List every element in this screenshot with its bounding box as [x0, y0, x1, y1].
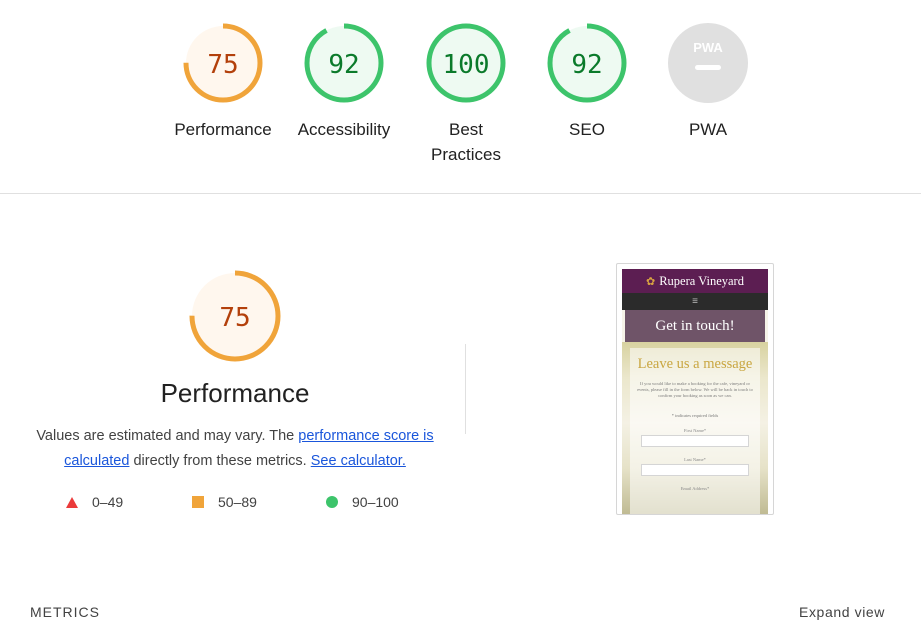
legend-pass-range: 90–100	[352, 494, 399, 510]
desc-text-1: Values are estimated and may vary. The	[36, 428, 299, 444]
gauge-accessibility-ring: 92	[304, 23, 384, 103]
screenshot-page: ✿ Rupera Vineyard ≡ Get in touch! Leave …	[622, 269, 768, 514]
field-last-name	[641, 464, 749, 476]
field-first-name	[641, 435, 749, 447]
field-label-email: Email Address*	[680, 486, 710, 491]
performance-title: Performance	[160, 378, 310, 408]
site-heading: Leave us a message	[637, 356, 753, 372]
gauge-pwa[interactable]: PWA PWA	[648, 22, 768, 142]
gauge-performance-label: Performance	[174, 120, 272, 139]
metrics-heading: METRICS	[30, 604, 100, 620]
legend-average: 50–89	[192, 494, 257, 510]
performance-section: 75 Performance Values are estimated and …	[0, 194, 921, 639]
final-screenshot-thumbnail[interactable]: ✿ Rupera Vineyard ≡ Get in touch! Leave …	[616, 263, 774, 515]
gauge-performance-ring: 75	[183, 23, 263, 103]
gauge-seo[interactable]: 92 SEO	[527, 22, 647, 142]
site-header: ✿ Rupera Vineyard	[622, 269, 768, 293]
gauge-accessibility[interactable]: 92 Accessibility	[284, 22, 404, 142]
gauge-best-practices-score: 100	[443, 50, 490, 80]
gauge-seo-score: 92	[571, 50, 602, 80]
vertical-divider	[465, 344, 466, 434]
gauge-best-practices-label: Best Practices	[431, 120, 501, 164]
gauge-seo-label: SEO	[569, 120, 605, 139]
pwa-dash-icon	[695, 65, 721, 70]
gauge-pwa-label: PWA	[688, 120, 728, 139]
grape-logo-icon: ✿	[646, 275, 656, 288]
red-triangle-icon	[66, 496, 78, 508]
performance-main-score: 75	[219, 303, 250, 333]
field-label-first: First Name*	[683, 428, 707, 433]
category-scores-header: 75 Performance 92 Accessibility 100 Best…	[0, 0, 921, 194]
site-body-text: If you would like to make a booking for …	[637, 381, 753, 398]
site-required-note: * indicates required fields	[671, 413, 719, 418]
gauge-pwa-badge: PWA	[668, 23, 748, 103]
performance-main-ring: 75	[189, 270, 281, 362]
field-label-last: Last Name*	[684, 457, 706, 462]
orange-square-icon	[192, 496, 204, 508]
legend-average-range: 50–89	[218, 494, 257, 510]
pwa-badge-text: PWA	[693, 40, 723, 55]
performance-description: Values are estimated and may vary. The p…	[20, 424, 450, 474]
legend-pass: 90–100	[326, 494, 399, 510]
gauge-accessibility-label: Accessibility	[297, 120, 391, 139]
score-legend: 0–49 50–89 90–100	[0, 494, 470, 516]
desc-text-2: directly from these metrics.	[129, 453, 311, 469]
site-nav: ≡	[622, 293, 768, 310]
legend-fail: 0–49	[66, 494, 123, 510]
expand-view-toggle[interactable]: Expand view	[799, 604, 885, 620]
see-calculator-link[interactable]: See calculator.	[311, 453, 406, 469]
performance-main-gauge: 75	[187, 268, 283, 369]
menu-icon: ≡	[692, 296, 698, 307]
legend-fail-range: 0–49	[92, 494, 124, 510]
site-title: Rupera Vineyard	[659, 273, 744, 288]
gauge-best-practices-ring: 100	[426, 23, 506, 103]
green-circle-icon	[326, 496, 338, 508]
gauge-best-practices[interactable]: 100 Best Practices	[406, 22, 526, 167]
gauge-performance[interactable]: 75 Performance	[163, 22, 283, 142]
gauge-accessibility-score: 92	[328, 50, 359, 80]
gauge-performance-score: 75	[207, 50, 238, 80]
gauge-seo-ring: 92	[547, 23, 627, 103]
site-form-area: Leave us a message If you would like to …	[622, 342, 768, 514]
site-hero: Get in touch!	[625, 310, 765, 342]
